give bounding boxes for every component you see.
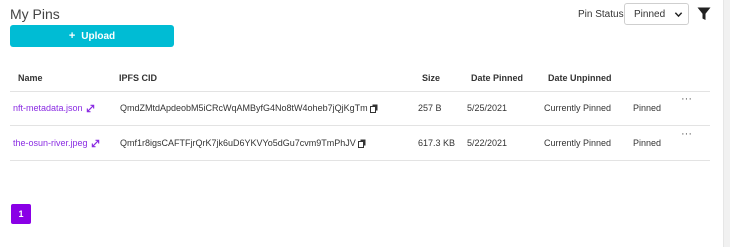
pin-status-selected-value: Pinned [634,8,666,20]
upload-button[interactable]: + Upload [10,25,174,47]
page-title: My Pins [10,6,60,22]
pin-status-label: Pin Status [578,9,624,20]
column-header-cid[interactable]: IPFS CID [119,73,157,83]
pin-status-value: Pinned [633,103,662,113]
expand-arrow-icon[interactable] [86,104,95,113]
table-row-file-link[interactable]: the-osun-river.jpeg [13,138,100,148]
column-header-size[interactable]: Size [422,73,440,83]
table-row-file-link[interactable]: nft-metadata.json [13,103,95,113]
plus-icon: + [68,30,76,42]
cid-value: Qmf1r8igsCAFTFjrQrK7jk6uD6YKVYo5dGu7cvm9… [120,138,356,148]
column-header-date-unpinned[interactable]: Date Unpinned [548,73,612,83]
table-row-cid: Qmf1r8igsCAFTFjrQrK7jk6uD6YKVYo5dGu7cvm9… [120,138,366,148]
table-row-cid: QmdZMtdApdeobM5iCRcWqAMByfG4No8tW4oheb7j… [120,103,378,113]
cid-value: QmdZMtdApdeobM5iCRcWqAMByfG4No8tW4oheb7j… [120,103,368,113]
copy-icon[interactable] [369,104,378,113]
date-pinned-value: 5/25/2021 [467,103,508,113]
pagination-page-button[interactable]: 1 [11,204,31,224]
date-unpinned-value: Currently Pinned [544,138,612,148]
date-unpinned-value: Currently Pinned [544,103,612,113]
date-pinned-value: 5/22/2021 [467,138,508,148]
size-value: 257 B [418,103,442,113]
column-header-date-pinned[interactable]: Date Pinned [471,73,523,83]
expand-arrow-icon[interactable] [91,139,100,148]
upload-button-label: Upload [81,30,116,42]
size-value: 617.3 KB [418,138,456,148]
row-divider [10,160,710,161]
pin-status-value: Pinned [633,138,662,148]
more-dots-icon[interactable]: ··· [681,93,692,105]
file-name[interactable]: nft-metadata.json [13,103,83,113]
row-divider [10,125,710,126]
header-divider [10,91,710,92]
more-dots-icon[interactable]: ··· [681,128,692,140]
file-name[interactable]: the-osun-river.jpeg [13,138,88,148]
column-header-name[interactable]: Name [18,73,43,83]
scrollbar[interactable] [723,0,730,247]
copy-icon[interactable] [357,139,366,148]
chevron-down-icon [674,12,683,18]
pin-status-select[interactable]: Pinned [624,3,689,25]
filter-icon[interactable] [697,7,711,21]
pins-page: My Pins + Upload Pin Status Pinned Name … [0,0,730,247]
